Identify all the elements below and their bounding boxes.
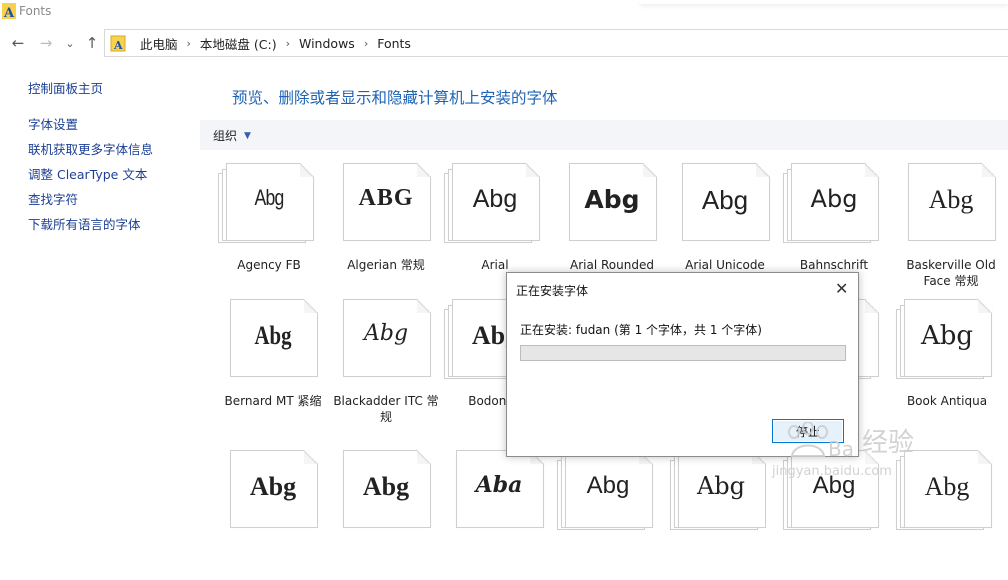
font-family-icon: Abg [892,299,1002,389]
watermark: Bai 经验 jingyan.baidu.com [772,420,1002,490]
font-name-label: Bahnschrift [799,258,869,272]
font-sample-text: Abg [472,185,518,213]
font-sample-text: Abg [254,185,285,210]
watermark-url: jingyan.baidu.com [772,464,892,479]
dialog-title: 正在安装字体 [516,284,589,298]
font-family-icon: Abg [440,163,550,253]
watermark-brand: 经验 [862,428,915,458]
font-sample-text: Abg [586,472,630,499]
font-tile[interactable]: Aba [444,450,554,580]
font-sample-text: Abg [701,185,749,215]
font-name-label: Arial Unicode [685,258,765,272]
font-name-label: Baskerville Old Face 常规 [906,258,996,288]
font-file-icon: Abg [557,163,667,253]
font-name-label: Agency FB [237,258,301,272]
font-family-icon: Abg [779,163,889,253]
font-tile[interactable]: Abg Baskerville Old Face 常规 [896,163,1006,293]
font-sample-text: Abg [584,185,640,214]
install-status-text: 正在安装: fudan (第 1 个字体，共 1 个字体) [520,323,762,337]
font-sample-text: Abg [249,472,297,501]
font-name-label: Algerian 常规 [347,258,425,272]
font-file-icon: Aba [444,450,554,540]
font-sample-text: Aba [475,472,523,498]
font-file-icon: Abg [218,450,328,540]
font-sample-text: Abg [696,472,746,500]
font-family-icon: Abg [553,450,663,540]
font-tile[interactable]: Abg Book Antiqua [892,299,1002,429]
font-sample-text: Abg [928,185,974,214]
font-family-icon: Abg [214,163,324,253]
font-sample-text: Abg [920,321,974,351]
font-tile[interactable]: Abg Agency FB [214,163,324,293]
font-sample-text: ABG [358,185,414,211]
font-name-label: Blackadder ITC 常规 [333,394,439,424]
font-tile[interactable]: Abg [666,450,776,580]
close-icon[interactable]: ✕ [835,279,848,298]
font-tile[interactable]: ABG Algerian 常规 [331,163,441,293]
font-sample-text: Abg [810,185,858,213]
baidu-paw-logo: Bai [788,422,856,461]
font-name-label: Arial Rounded [570,258,654,272]
font-tile[interactable]: Abg [331,450,441,580]
install-progress-bar [520,345,846,361]
font-tile[interactable]: Abg [218,450,328,580]
font-file-icon: Abg [896,163,1006,253]
font-name-label: Bernard MT 紧缩 [224,394,322,408]
font-name-label: Arial [481,258,509,272]
font-sample-text: Abg [362,472,410,501]
font-file-icon: Abg [218,299,328,389]
font-name-label: Book Antiqua [906,394,988,408]
font-family-icon: Abg [666,450,776,540]
font-tile[interactable]: Abg Blackadder ITC 常规 [331,299,441,429]
font-file-icon: Abg [670,163,780,253]
font-tile[interactable]: Abg Bernard MT 紧缩 [218,299,328,429]
font-sample-text: Abg [363,321,409,346]
svg-text:Bai: Bai [828,437,856,461]
font-sample-text: Abg [254,321,292,350]
font-file-icon: ABG [331,163,441,253]
font-file-icon: Abg [331,450,441,540]
font-tile[interactable]: Abg [553,450,663,580]
font-file-icon: Abg [331,299,441,389]
